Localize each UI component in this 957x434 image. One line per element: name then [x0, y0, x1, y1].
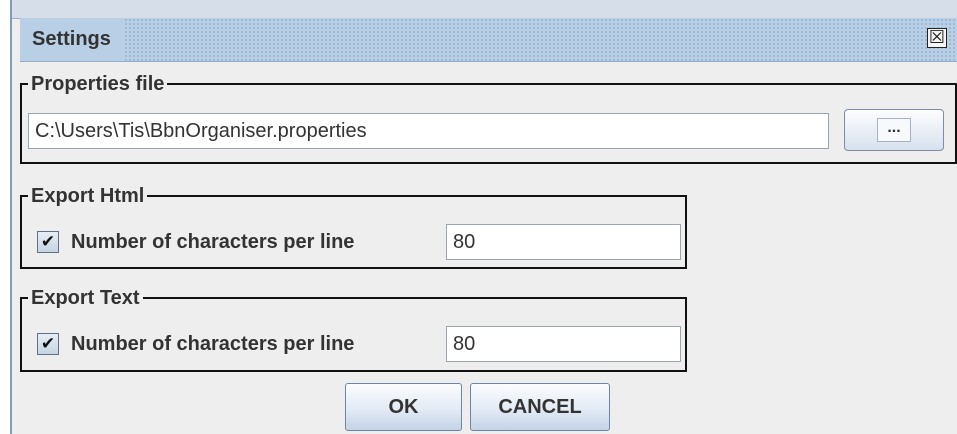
export-text-chars-row: ✔ Number of characters per line	[37, 329, 354, 359]
close-icon[interactable]: ☒	[927, 28, 947, 48]
ok-button[interactable]: OK	[345, 383, 462, 431]
cancel-button[interactable]: CANCEL	[470, 383, 610, 431]
browse-button[interactable]: ...	[844, 109, 944, 151]
title-bar[interactable]: Settings ☒	[20, 18, 957, 62]
export-html-title: Export Html	[28, 185, 148, 207]
export-text-group: Export Text ✔ Number of characters per l…	[20, 287, 687, 372]
properties-file-title: Properties file	[28, 73, 168, 95]
export-html-group: Export Html ✔ Number of characters per l…	[20, 185, 687, 269]
export-text-chars-field[interactable]: 80	[446, 326, 681, 362]
dialog-title: Settings	[20, 18, 123, 61]
background-window-strip	[12, 0, 957, 19]
ellipsis-icon: ...	[877, 118, 911, 142]
export-html-chars-field[interactable]: 80	[446, 224, 681, 260]
export-text-chars-checkbox[interactable]: ✔	[37, 333, 59, 355]
export-html-chars-checkbox[interactable]: ✔	[37, 231, 59, 253]
settings-dialog: Settings ☒ Properties file C:\Users\Tis\…	[10, 0, 957, 434]
export-text-chars-label: Number of characters per line	[71, 332, 355, 355]
export-html-chars-label: Number of characters per line	[71, 230, 355, 253]
properties-file-group: Properties file C:\Users\Tis\BbnOrganise…	[20, 73, 957, 164]
properties-path-field[interactable]: C:\Users\Tis\BbnOrganiser.properties	[28, 113, 829, 149]
export-text-title: Export Text	[28, 287, 143, 309]
export-html-chars-row: ✔ Number of characters per line	[37, 227, 354, 257]
